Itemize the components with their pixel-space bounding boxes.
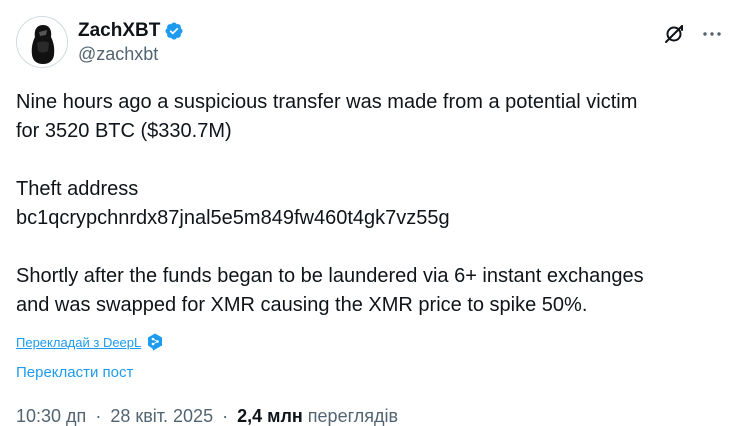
display-name[interactable]: ZachXBT — [78, 20, 160, 42]
author-names: ZachXBT @zachxbt — [78, 19, 184, 65]
deepl-translate-link[interactable]: Перекладай з DeepL — [16, 333, 163, 351]
tweet-time[interactable]: 10:30 дп — [16, 406, 86, 426]
separator: · — [95, 406, 102, 426]
translate-post-link[interactable]: Перекласти пост — [16, 364, 133, 381]
more-icon[interactable] — [700, 22, 724, 46]
avatar-figure-icon — [17, 17, 67, 67]
tweet-line: bc1qcrypchnrdx87jnal5e5m849fw460t4gk7vz5… — [16, 207, 450, 229]
tweet-line: Shortly after the funds began to be laun… — [16, 265, 644, 287]
views-count: 2,4 млн — [237, 406, 303, 426]
deepl-label[interactable]: Перекладай з DeepL — [16, 335, 141, 350]
grok-icon[interactable] — [662, 22, 686, 46]
tweet-line: Nine hours ago a suspicious transfer was… — [16, 91, 638, 113]
verified-badge-icon — [165, 22, 183, 40]
tweet-date[interactable]: 28 квіт. 2025 — [110, 406, 213, 426]
tweet-line: for 3520 BTC ($330.7M) — [16, 120, 232, 142]
separator: · — [222, 406, 229, 426]
tweet-meta: 10:30 дп · 28 квіт. 2025 · 2,4 млн перег… — [16, 406, 398, 426]
tweet-line: and was swapped for XMR causing the XMR … — [16, 294, 588, 316]
tweet-line: Theft address — [16, 178, 139, 200]
views-label: переглядів — [307, 406, 399, 426]
handle[interactable]: @zachxbt — [78, 44, 184, 65]
tweet-text: Nine hours ago a suspicious transfer was… — [16, 88, 724, 320]
avatar[interactable] — [16, 16, 68, 68]
tweet-header: ZachXBT @zachxbt — [16, 16, 724, 72]
deepl-icon — [148, 333, 163, 351]
